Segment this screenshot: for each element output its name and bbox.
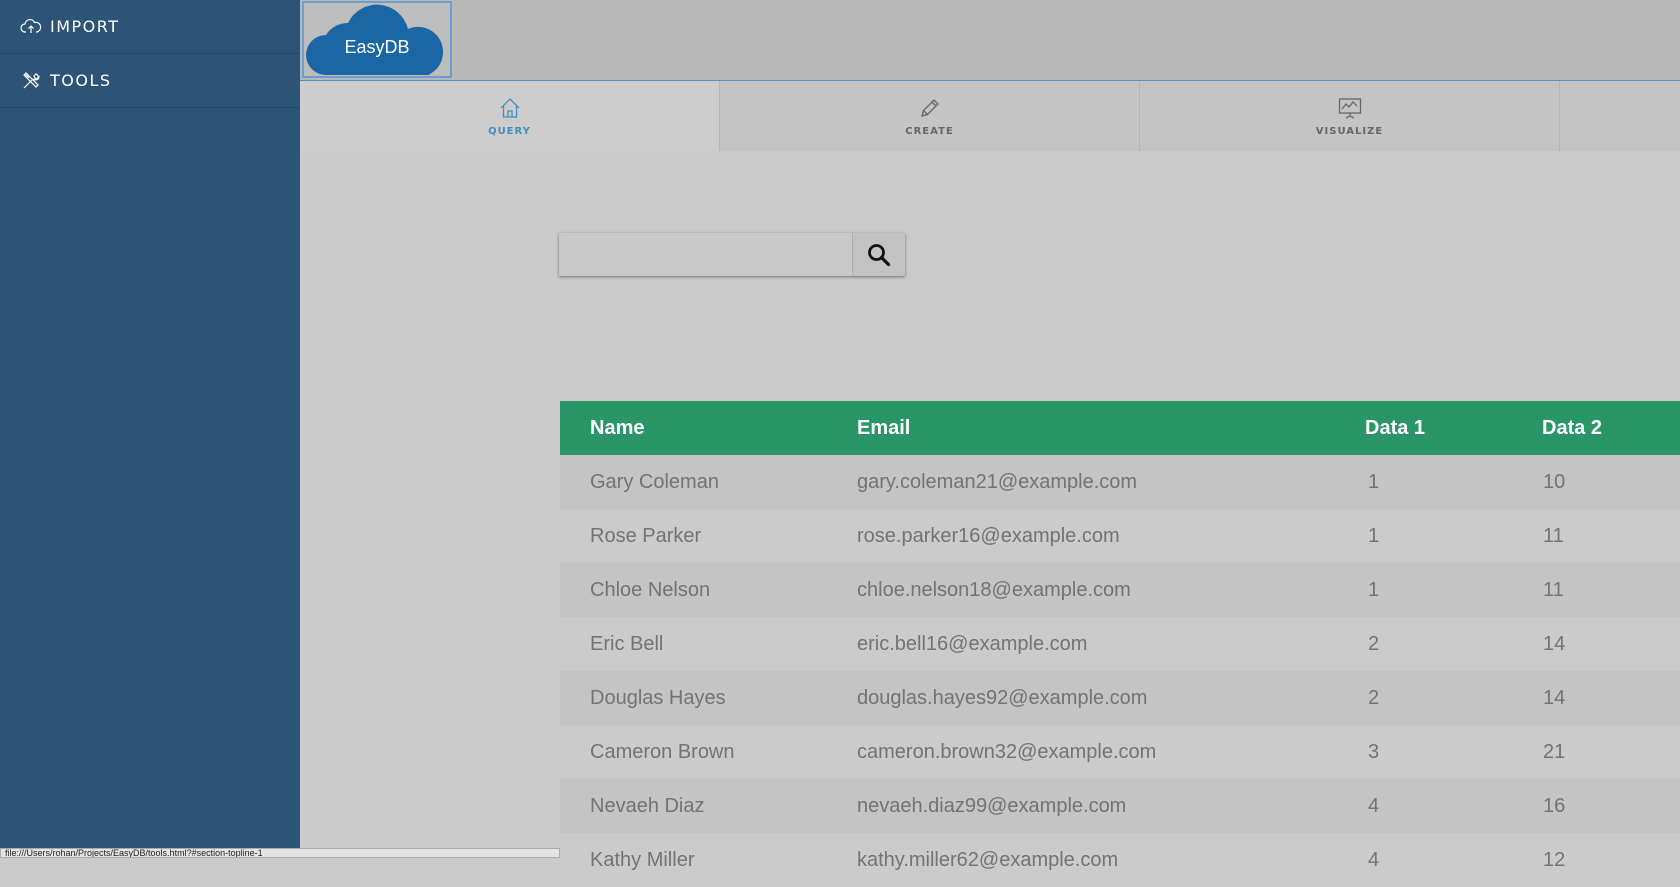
search-button[interactable] xyxy=(852,233,905,276)
tab-query[interactable]: QUERY xyxy=(300,81,720,151)
cell-name: Kathy Miller xyxy=(590,848,695,871)
table-row[interactable]: Nevaeh Diaz nevaeh.diaz99@example.com 4 16 xyxy=(560,779,1680,833)
cell-email: rose.parker16@example.com xyxy=(857,524,1120,547)
cell-data-1: 4 xyxy=(1368,794,1380,817)
pencil-icon xyxy=(920,99,939,117)
cell-data-1: 3 xyxy=(1368,740,1380,763)
table-body: Gary Coleman gary.coleman21@example.com 1 1… xyxy=(560,455,1680,887)
cell-email: nevaeh.diaz99@example.com xyxy=(857,794,1127,817)
sidebar: IMPORT TOOLS xyxy=(0,0,300,858)
cell-data-2: 10 xyxy=(1543,470,1566,493)
table-row[interactable]: Douglas Hayes douglas.hayes92@example.com… xyxy=(560,671,1680,725)
cell-name: Nevaeh Diaz xyxy=(590,794,705,817)
cell-data-1: 1 xyxy=(1368,524,1380,547)
search-box xyxy=(559,233,905,276)
cell-name: Douglas Hayes xyxy=(590,686,726,709)
cell-data-2: 21 xyxy=(1543,740,1566,763)
cell-name: Chloe Nelson xyxy=(590,578,711,601)
cell-data-1: 2 xyxy=(1368,686,1380,709)
cell-data-2: 14 xyxy=(1543,632,1566,655)
cell-data-1: 1 xyxy=(1368,470,1380,493)
easydb-logo[interactable]: EasyDB xyxy=(302,1,452,78)
tab-create[interactable]: CREATE xyxy=(720,81,1140,151)
sidebar-item-label: TOOLS xyxy=(50,71,112,90)
cell-data-2: 16 xyxy=(1543,794,1566,817)
cell-email: cameron.brown32@example.com xyxy=(857,740,1157,763)
table-row[interactable]: Eric Bell eric.bell16@example.com 2 14 xyxy=(560,617,1680,671)
cell-email: eric.bell16@example.com xyxy=(857,632,1088,655)
sidebar-item-tools[interactable]: TOOLS xyxy=(0,54,300,108)
cell-data-1: 4 xyxy=(1368,848,1380,871)
table-header-row: Name Email Data 1 Data 2 xyxy=(560,401,1680,455)
column-header-data-1[interactable]: Data 1 xyxy=(1365,417,1542,440)
tab-label: VISUALIZE xyxy=(1315,126,1384,137)
table-row[interactable]: Chloe Nelson chloe.nelson18@example.com 1 1… xyxy=(560,563,1680,617)
tab-bar: QUERY CREATE VISUALIZE xyxy=(300,80,1680,151)
table-row[interactable]: Rose Parker rose.parker16@example.com 1 11 xyxy=(560,509,1680,563)
sidebar-item-import[interactable]: IMPORT xyxy=(0,0,300,54)
cell-name: Rose Parker xyxy=(590,524,702,547)
table-row[interactable]: Gary Coleman gary.coleman21@example.com 1 1… xyxy=(560,455,1680,509)
logo-text: EasyDB xyxy=(344,37,410,57)
cell-name: Cameron Brown xyxy=(590,740,735,763)
column-header-name[interactable]: Name xyxy=(560,417,857,440)
results-table: Name Email Data 1 Data 2 Gary Coleman gar… xyxy=(560,401,1680,887)
sidebar-item-label: IMPORT xyxy=(50,17,120,36)
cell-email: gary.coleman21@example.com xyxy=(857,470,1138,493)
cell-data-2: 12 xyxy=(1543,848,1566,871)
column-header-data-2[interactable]: Data 2 xyxy=(1542,417,1680,440)
presentation-chart-icon xyxy=(1338,98,1361,119)
cell-email: kathy.miller62@example.com xyxy=(857,848,1119,871)
tools-icon xyxy=(20,70,42,92)
tab-label: QUERY xyxy=(488,126,531,137)
status-bar-url: file:///Users/rohan/Projects/EasyDB/tool… xyxy=(0,848,560,858)
tab-visualize[interactable]: VISUALIZE xyxy=(1140,81,1560,151)
cell-data-1: 1 xyxy=(1368,578,1380,601)
cell-data-2: 11 xyxy=(1543,524,1564,547)
home-icon xyxy=(500,98,519,118)
cell-name: Gary Coleman xyxy=(590,470,719,493)
column-header-email[interactable]: Email xyxy=(857,417,1365,440)
table-row[interactable]: Cameron Brown cameron.brown32@example.com… xyxy=(560,725,1680,779)
tab-partial[interactable] xyxy=(1560,81,1680,151)
table-row[interactable]: Kathy Miller kathy.miller62@example.com 4 1… xyxy=(560,833,1680,887)
cell-data-1: 2 xyxy=(1368,632,1380,655)
cell-data-2: 14 xyxy=(1543,686,1566,709)
top-bar xyxy=(300,0,1680,80)
cell-name: Eric Bell xyxy=(590,632,664,655)
cell-data-2: 11 xyxy=(1543,578,1564,601)
search-input[interactable] xyxy=(559,233,853,276)
search-icon xyxy=(868,243,891,266)
tab-label: CREATE xyxy=(905,126,954,137)
cell-email: chloe.nelson18@example.com xyxy=(857,578,1131,601)
cloud-upload-icon xyxy=(20,16,42,38)
cell-email: douglas.hayes92@example.com xyxy=(857,686,1148,709)
